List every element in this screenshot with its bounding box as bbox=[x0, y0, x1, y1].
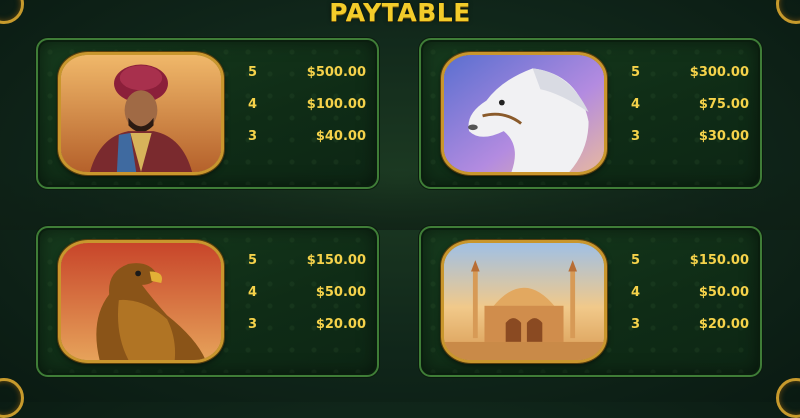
match-count: 4 bbox=[631, 285, 641, 300]
match-count: 5 bbox=[248, 253, 258, 268]
payout-row: 4 $100.00 bbox=[248, 97, 366, 129]
payout-row: 3 $30.00 bbox=[631, 129, 749, 161]
payout-row: 4 $75.00 bbox=[631, 97, 749, 129]
payout-row: 5 $150.00 bbox=[631, 253, 749, 285]
match-count: 3 bbox=[631, 129, 641, 144]
match-count: 3 bbox=[248, 317, 258, 332]
corner-ornament bbox=[776, 378, 800, 418]
payout-row: 5 $500.00 bbox=[248, 65, 366, 97]
match-count: 4 bbox=[248, 285, 258, 300]
match-count: 4 bbox=[248, 97, 258, 112]
payout-amount: $75.00 bbox=[698, 97, 749, 112]
match-count: 5 bbox=[631, 253, 641, 268]
payout-row: 5 $300.00 bbox=[631, 65, 749, 97]
payout-amount: $50.00 bbox=[315, 285, 366, 300]
payout-amount: $20.00 bbox=[315, 317, 366, 332]
payout-amount: $30.00 bbox=[698, 129, 749, 144]
sultan-symbol-icon bbox=[58, 52, 224, 175]
symbol-panel-palace: 5 $150.00 4 $50.00 3 $20.00 bbox=[419, 226, 762, 377]
corner-ornament bbox=[0, 378, 24, 418]
payout-amount: $500.00 bbox=[306, 65, 366, 80]
match-count: 3 bbox=[248, 129, 258, 144]
payout-row: 3 $20.00 bbox=[631, 317, 749, 349]
payout-amount: $40.00 bbox=[315, 129, 366, 144]
payout-amount: $50.00 bbox=[698, 285, 749, 300]
payout-list: 5 $150.00 4 $50.00 3 $20.00 bbox=[631, 253, 749, 349]
payout-row: 4 $50.00 bbox=[248, 285, 366, 317]
symbol-panel-sultan: 5 $500.00 4 $100.00 3 $40.00 bbox=[36, 38, 379, 189]
payout-amount: $150.00 bbox=[689, 253, 749, 268]
payout-amount: $20.00 bbox=[698, 317, 749, 332]
payout-row: 3 $40.00 bbox=[248, 129, 366, 161]
payout-row: 4 $50.00 bbox=[631, 285, 749, 317]
white-horse-symbol-icon bbox=[441, 52, 607, 175]
eagle-symbol-icon bbox=[58, 240, 224, 363]
palace-symbol-icon bbox=[441, 240, 607, 363]
payout-row: 5 $150.00 bbox=[248, 253, 366, 285]
payout-amount: $300.00 bbox=[689, 65, 749, 80]
payout-row: 3 $20.00 bbox=[248, 317, 366, 349]
match-count: 4 bbox=[631, 97, 641, 112]
match-count: 3 bbox=[631, 317, 641, 332]
payout-list: 5 $500.00 4 $100.00 3 $40.00 bbox=[248, 65, 366, 161]
paytable-title: PAYTABLE bbox=[329, 0, 471, 27]
payout-list: 5 $300.00 4 $75.00 3 $30.00 bbox=[631, 65, 749, 161]
symbol-panel-horse: 5 $300.00 4 $75.00 3 $30.00 bbox=[419, 38, 762, 189]
symbol-panel-eagle: 5 $150.00 4 $50.00 3 $20.00 bbox=[36, 226, 379, 377]
payout-list: 5 $150.00 4 $50.00 3 $20.00 bbox=[248, 253, 366, 349]
match-count: 5 bbox=[631, 65, 641, 80]
payout-amount: $100.00 bbox=[306, 97, 366, 112]
match-count: 5 bbox=[248, 65, 258, 80]
payout-amount: $150.00 bbox=[306, 253, 366, 268]
